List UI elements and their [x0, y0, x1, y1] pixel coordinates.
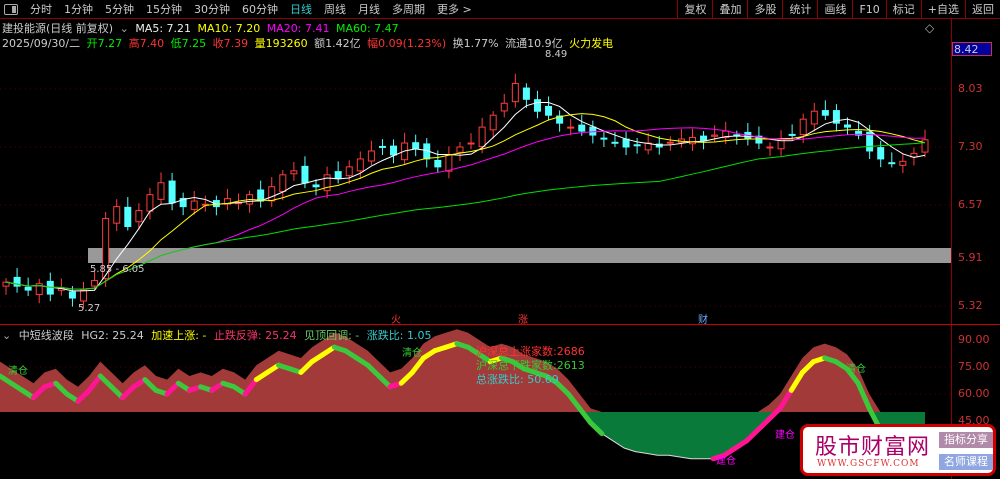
current-price-label: 8.42 — [952, 42, 992, 56]
candle — [345, 166, 353, 177]
indicator-tick: 90.00 — [958, 333, 990, 346]
signal-label: 清仓 — [8, 366, 28, 377]
candle — [135, 210, 143, 223]
price-tick: 5.32 — [958, 299, 983, 312]
accel-value: 加速上涨: - — [151, 329, 207, 342]
candle — [578, 124, 586, 132]
low-annotation: 5.27 — [78, 303, 101, 314]
candle — [456, 146, 464, 153]
rebound-value: 止跌反弹: 25.24 — [213, 329, 297, 342]
candle — [146, 194, 154, 212]
indicator-tick: 60.00 — [958, 387, 990, 400]
indicator-header: ⌄ 中短线波段 HG2: 25.24 加速上涨: - 止跌反弹: 25.24 见… — [2, 327, 435, 343]
candle — [279, 174, 287, 193]
candle — [434, 159, 442, 168]
indicator-tick: 75.00 — [958, 360, 990, 373]
price-tick: 5.91 — [958, 251, 983, 264]
top-value: 见顶回调: - — [304, 329, 360, 342]
indicator-name[interactable]: 中短线波段 — [19, 329, 74, 342]
signal-label: 清仓 — [846, 364, 866, 375]
candle — [113, 206, 121, 224]
candle — [533, 99, 541, 112]
candle — [68, 291, 76, 299]
candle — [688, 136, 696, 145]
candle — [312, 184, 320, 188]
ratio-value: 涨跌比: 1.05 — [366, 329, 432, 342]
candle — [799, 118, 807, 135]
candle — [611, 141, 619, 144]
indicator-share-link[interactable]: 指标分享 — [939, 432, 993, 448]
kline-chart[interactable] — [0, 0, 1000, 479]
watermark-name: 股市财富网 — [815, 435, 931, 460]
price-axis-line — [951, 19, 952, 479]
candle — [622, 138, 630, 148]
candle — [788, 133, 796, 136]
candle — [301, 165, 309, 184]
candle — [390, 145, 398, 156]
candle — [511, 82, 519, 103]
band-annotation: 5.85 - 6.05 — [90, 264, 145, 275]
candle — [888, 162, 896, 165]
panel-divider — [0, 324, 1000, 325]
candle — [91, 280, 99, 287]
candle — [877, 147, 885, 160]
candle — [268, 186, 276, 202]
candle — [367, 150, 375, 162]
price-tick: 7.30 — [958, 140, 983, 153]
candle — [843, 124, 851, 128]
candle — [412, 142, 420, 150]
candle — [810, 110, 818, 125]
candle — [921, 139, 929, 153]
signal-label: 清仓 — [402, 348, 422, 359]
candle — [334, 171, 342, 180]
candle — [157, 182, 165, 200]
price-tick: 6.57 — [958, 198, 983, 211]
course-link[interactable]: 名师课程 — [939, 454, 993, 470]
candle — [522, 87, 530, 100]
support-band — [88, 248, 951, 263]
candle — [633, 144, 641, 147]
price-tick: 8.03 — [958, 82, 983, 95]
candle — [478, 126, 486, 148]
candle — [168, 180, 176, 204]
candle — [489, 114, 497, 131]
candle — [356, 158, 364, 172]
candle — [467, 142, 475, 145]
candle — [190, 200, 198, 210]
candle — [500, 102, 508, 112]
candle — [700, 135, 708, 142]
dropdown-icon[interactable]: ⌄ — [2, 329, 11, 342]
candle — [124, 206, 132, 227]
candle — [378, 145, 386, 148]
candle — [711, 134, 719, 137]
high-annotation: 8.49 — [545, 49, 568, 60]
candle — [257, 189, 265, 202]
candle — [600, 137, 608, 140]
candle — [24, 286, 32, 291]
candle — [899, 160, 907, 166]
candle — [80, 289, 88, 302]
candle — [821, 110, 829, 116]
candle — [545, 105, 553, 116]
signal-label: 建仓 — [775, 430, 795, 441]
candle — [666, 141, 674, 144]
market-ratio: 总涨跌比: 50.69 — [476, 373, 559, 386]
hg2-value: HG2: 25.24 — [81, 329, 144, 342]
candle — [290, 170, 298, 175]
signal-label: 建仓 — [716, 456, 736, 467]
candle — [589, 126, 597, 136]
watermark: 股市财富网 WWW.GSCFW.COM 指标分享 名师课程 — [800, 424, 996, 476]
watermark-url: WWW.GSCFW.COM — [817, 459, 920, 469]
candle — [567, 126, 575, 129]
candle — [766, 146, 774, 149]
candle — [445, 154, 453, 172]
